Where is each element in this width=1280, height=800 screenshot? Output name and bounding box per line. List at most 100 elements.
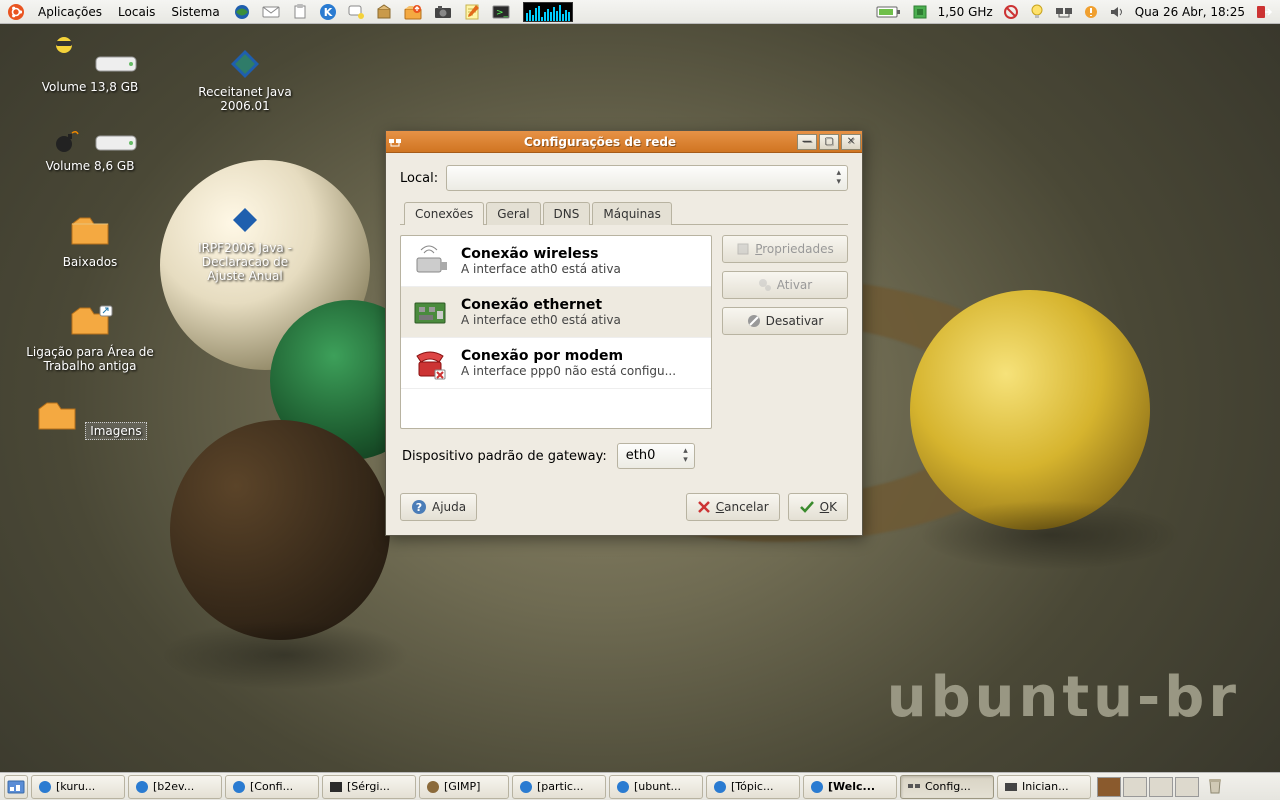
ok-icon	[799, 500, 815, 514]
wallpaper-brand-text: ubuntu-br	[887, 665, 1240, 730]
cancel-button[interactable]: Cancelar Cancelar	[686, 493, 780, 521]
logout-icon[interactable]	[1252, 1, 1276, 23]
tab-general[interactable]: Geral	[486, 202, 540, 225]
tab-dns[interactable]: DNS	[543, 202, 591, 225]
menu-system[interactable]: Sistema	[165, 3, 225, 21]
properties-icon	[736, 242, 750, 256]
connection-ethernet[interactable]: Conexão ethernet A interface eth0 está a…	[401, 287, 711, 338]
workspace-4[interactable]	[1175, 777, 1199, 797]
task-label: [ubunt...	[634, 780, 681, 793]
network-config-dialog: Configurações de rede — ▢ ✕ Local: ▴▾ Co…	[385, 130, 863, 536]
task-b2ev[interactable]: [b2ev...	[128, 775, 222, 799]
updates-icon[interactable]	[1080, 1, 1102, 23]
menu-places[interactable]: Locais	[112, 3, 161, 21]
globe-icon[interactable]	[230, 1, 254, 23]
globe-icon	[38, 780, 52, 794]
stop-icon	[747, 314, 761, 328]
task-label: [Welc...	[828, 780, 875, 793]
help-button[interactable]: ? Ajuda	[400, 493, 477, 521]
task-label: [Tópic...	[731, 780, 773, 793]
dialog-titlebar[interactable]: Configurações de rede — ▢ ✕	[386, 131, 862, 153]
task-inician[interactable]: Inician...	[997, 775, 1091, 799]
desktop-icon-imagens[interactable]: Imagens	[30, 395, 150, 440]
globe-icon	[519, 780, 533, 794]
deactivate-button[interactable]: Desativar	[722, 307, 848, 335]
folder-link-icon	[66, 300, 114, 340]
activate-label: Ativar	[777, 278, 812, 292]
workspace-1[interactable]	[1097, 777, 1121, 797]
camera-icon[interactable]	[430, 1, 456, 23]
volume-icon[interactable]	[1106, 1, 1128, 23]
task-config[interactable]: Config...	[900, 775, 994, 799]
trash-icon[interactable]	[1206, 775, 1224, 798]
desktop-icon-volume2[interactable]: Volume 8,6 GB	[30, 130, 150, 173]
notes-icon[interactable]	[460, 1, 484, 23]
clock[interactable]: Qua 26 Abr, 18:25	[1132, 1, 1248, 23]
connection-subtitle: A interface eth0 está ativa	[461, 313, 621, 327]
task-welc[interactable]: [Welc...	[803, 775, 897, 799]
modem-phone-icon	[411, 346, 451, 380]
task-label: [GIMP]	[444, 780, 480, 793]
task-gimp[interactable]: [GIMP]	[419, 775, 509, 799]
folder-icon	[33, 395, 81, 435]
task-partic[interactable]: [partic...	[512, 775, 606, 799]
disconnect-icon[interactable]	[1000, 1, 1022, 23]
task-label: Config...	[925, 780, 971, 793]
folder-up-icon[interactable]	[400, 1, 426, 23]
help-bulb-icon[interactable]	[1026, 1, 1048, 23]
connection-modem[interactable]: Conexão por modem A interface ppp0 não e…	[401, 338, 711, 389]
connection-subtitle: A interface ath0 está ativa	[461, 262, 621, 276]
menu-applications[interactable]: Aplicações	[32, 3, 108, 21]
task-confi[interactable]: [Confi...	[225, 775, 319, 799]
battery-icon[interactable]	[873, 1, 905, 23]
desktop-icon-label: Imagens	[85, 422, 146, 440]
task-kuru[interactable]: [kuru...	[31, 775, 125, 799]
minimize-button[interactable]: —	[797, 134, 817, 150]
desktop-icon-baixados[interactable]: Baixados	[30, 210, 150, 269]
connection-title: Conexão ethernet	[461, 297, 621, 313]
ok-button[interactable]: OK OK	[788, 493, 848, 521]
close-button[interactable]: ✕	[841, 134, 861, 150]
desktop-icon-volume1[interactable]: Volume 13,8 GB	[30, 35, 150, 94]
desktop-icon-label: Volume 13,8 GB	[30, 80, 150, 94]
kde-gear-icon[interactable]: K	[316, 1, 340, 23]
tab-connections[interactable]: Conexões	[404, 202, 484, 225]
terminal-icon[interactable]: >_	[488, 1, 514, 23]
show-desktop-button[interactable]	[4, 775, 28, 799]
activate-button[interactable]: Ativar	[722, 271, 848, 299]
ubuntu-logo-icon[interactable]	[4, 1, 28, 23]
desktop-icon-link[interactable]: Ligação para Área de Trabalho antiga	[15, 300, 165, 373]
desktop-icon-label: Volume 8,6 GB	[30, 159, 150, 173]
globe-icon	[616, 780, 630, 794]
help-label: Ajuda	[432, 500, 466, 514]
local-combo[interactable]: ▴▾	[446, 165, 848, 191]
gateway-combo[interactable]: eth0 ▴▾	[617, 443, 695, 469]
workspace-pager	[1097, 777, 1199, 797]
desktop-icon-irpf[interactable]: IRPF2006 Java - Declaracao de Ajuste Anu…	[185, 200, 305, 283]
drive-icon	[92, 134, 140, 154]
mail-icon[interactable]	[258, 1, 284, 23]
terminal-icon	[329, 780, 343, 794]
drive-icon	[92, 55, 140, 75]
workspace-3[interactable]	[1149, 777, 1173, 797]
task-label: [kuru...	[56, 780, 95, 793]
clipboard-icon[interactable]	[288, 1, 312, 23]
desktop-icon-receitanet[interactable]: Receitanet Java 2006.01	[185, 40, 305, 113]
chat-icon[interactable]	[344, 1, 368, 23]
maximize-button[interactable]: ▢	[819, 134, 839, 150]
task-ubunt[interactable]: [ubunt...	[609, 775, 703, 799]
task-topic[interactable]: [Tópic...	[706, 775, 800, 799]
cpu-freq-icon[interactable]	[909, 1, 931, 23]
properties-button[interactable]: Propriedades Propriedades	[722, 235, 848, 263]
bomb-icon	[40, 130, 88, 154]
tab-bar: Conexões Geral DNS Máquinas	[400, 201, 848, 225]
connection-subtitle: A interface ppp0 não está configu...	[461, 364, 676, 378]
network-monitor-icon[interactable]	[1052, 1, 1076, 23]
package-icon[interactable]	[372, 1, 396, 23]
task-sergi[interactable]: [Sérgi...	[322, 775, 416, 799]
tab-hosts[interactable]: Máquinas	[592, 202, 671, 225]
workspace-2[interactable]	[1123, 777, 1147, 797]
connection-wireless[interactable]: Conexão wireless A interface ath0 está a…	[401, 236, 711, 287]
cpu-monitor[interactable]	[518, 1, 578, 23]
deactivate-label: Desativar	[766, 314, 824, 328]
